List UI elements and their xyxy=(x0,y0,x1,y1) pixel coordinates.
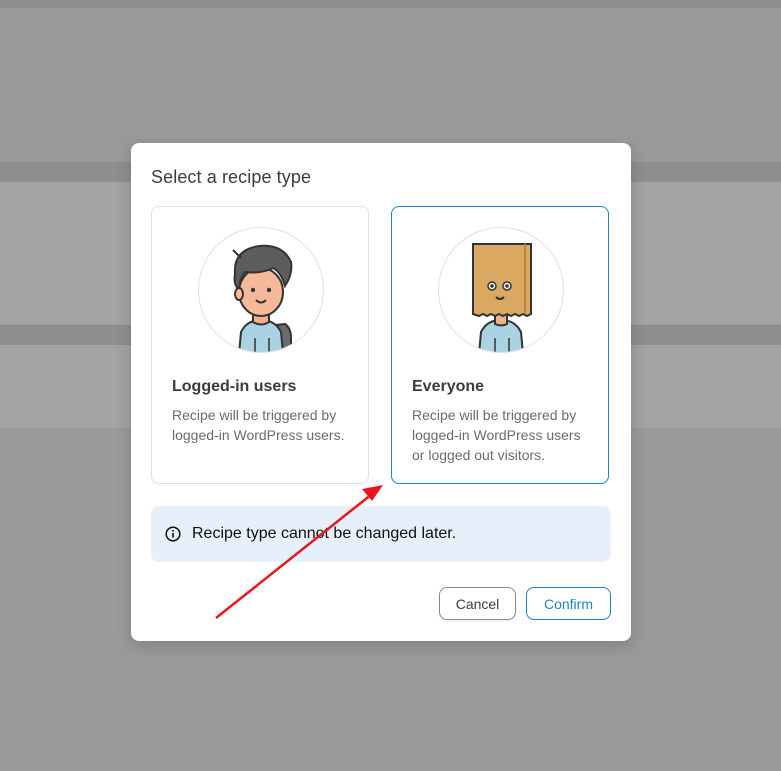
paper-bag-head-icon xyxy=(438,227,564,353)
warning-notice: Recipe type cannot be changed later. xyxy=(151,506,611,562)
card-title: Logged-in users xyxy=(172,378,297,395)
notice-text: Recipe type cannot be changed later. xyxy=(192,525,457,542)
info-icon xyxy=(165,526,181,542)
user-avatar-icon xyxy=(198,227,324,353)
confirm-button[interactable]: Confirm xyxy=(526,587,611,620)
background-header-bar xyxy=(0,0,781,8)
recipe-type-option-everyone[interactable]: Everyone Recipe will be triggered by log… xyxy=(391,206,609,484)
recipe-type-dialog: Select a recipe type Logged-in users Rec… xyxy=(131,143,631,641)
card-description: Recipe will be triggered by logged-in Wo… xyxy=(172,407,345,443)
card-description: Recipe will be triggered by logged-in Wo… xyxy=(412,407,581,463)
dialog-title: Select a recipe type xyxy=(151,167,312,187)
recipe-type-option-logged-in[interactable]: Logged-in users Recipe will be triggered… xyxy=(151,206,369,484)
card-title: Everyone xyxy=(412,378,485,395)
cancel-button[interactable]: Cancel xyxy=(439,587,516,620)
